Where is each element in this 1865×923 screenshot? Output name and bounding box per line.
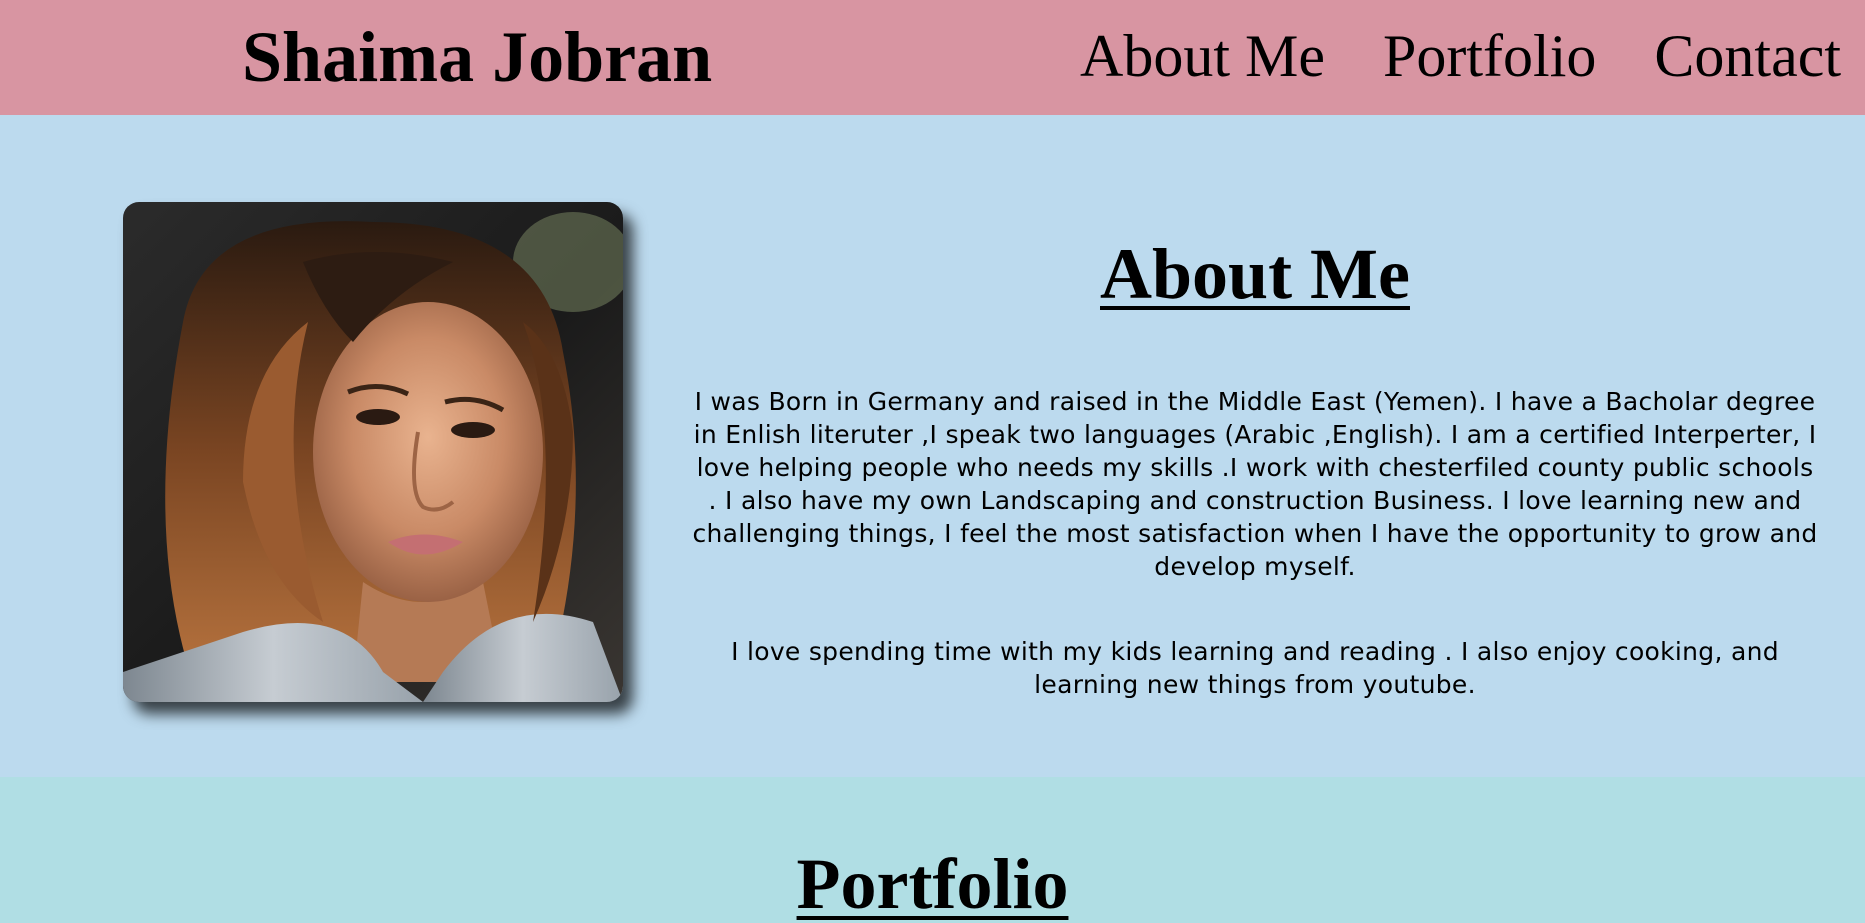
site-header: Shaima Jobran About Me Portfolio Contact: [0, 0, 1865, 115]
about-paragraph-2: I love spending time with my kids learni…: [731, 637, 1779, 699]
nav-link-about-me[interactable]: About Me: [1080, 18, 1325, 94]
nav-link-portfolio[interactable]: Portfolio: [1383, 18, 1596, 94]
portfolio-heading: Portfolio: [796, 844, 1069, 923]
about-paragraph-1: I was Born in Germany and raised in the …: [692, 387, 1818, 581]
about-section: About Me I was Born in Germany and raise…: [0, 115, 1865, 777]
about-heading: About Me: [1100, 234, 1410, 314]
main-nav: About Me Portfolio Contact: [1080, 18, 1841, 94]
profile-photo: [123, 202, 623, 702]
about-content: About Me I was Born in Germany and raise…: [690, 115, 1820, 701]
site-title: Shaima Jobran: [242, 17, 713, 97]
portfolio-section: Portfolio: [0, 777, 1865, 923]
nav-link-contact[interactable]: Contact: [1654, 18, 1841, 94]
